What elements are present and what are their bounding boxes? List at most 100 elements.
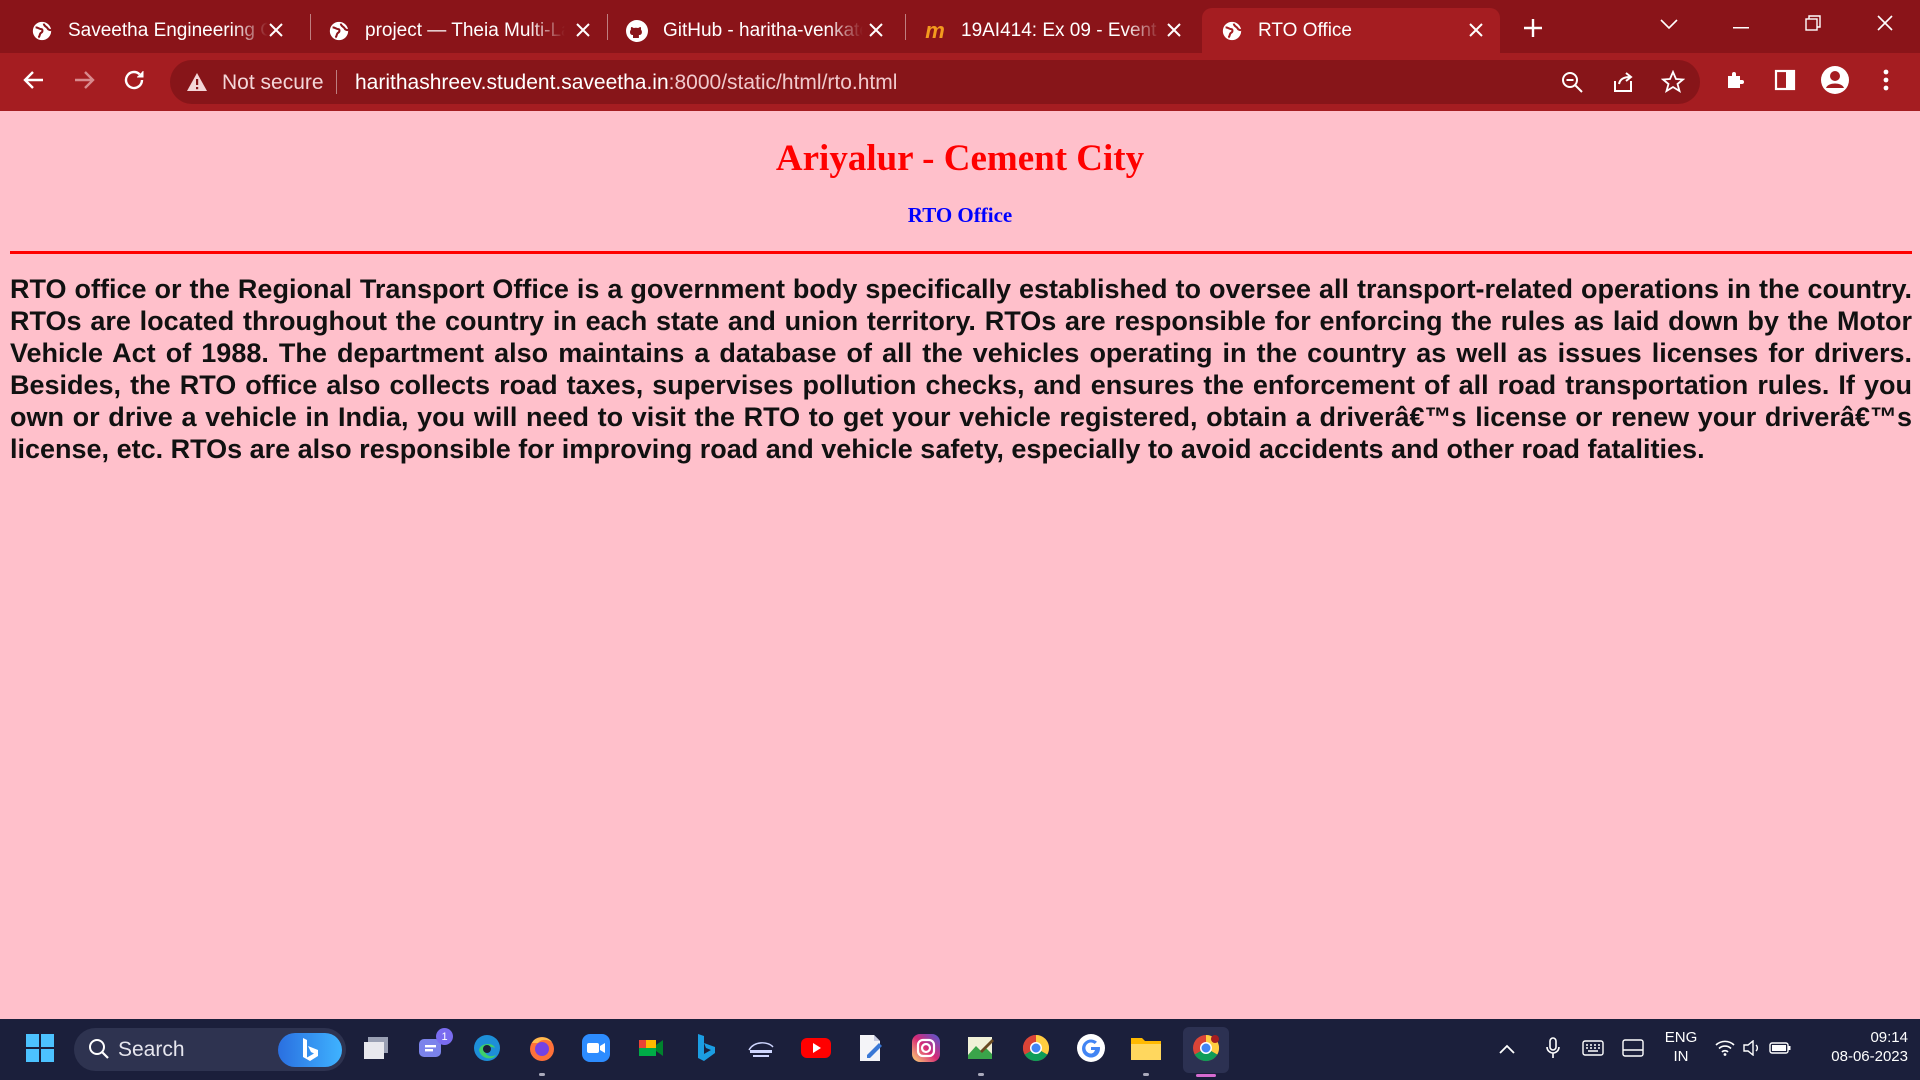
close-icon[interactable] (1162, 18, 1186, 42)
browser-title-bar: Saveetha Engineering College project — T… (0, 0, 1920, 53)
zoom-app[interactable] (578, 1032, 614, 1068)
notification-badge: 1 (436, 1028, 453, 1045)
restore-icon (1805, 14, 1821, 36)
globe-icon (327, 19, 351, 43)
restore-button[interactable] (1783, 0, 1843, 50)
task-view-button[interactable] (358, 1032, 394, 1068)
back-button[interactable] (16, 64, 52, 100)
side-panel-button[interactable] (1767, 64, 1803, 100)
share-icon[interactable] (1610, 69, 1636, 95)
bing-chat-icon[interactable] (278, 1033, 342, 1067)
chevron-up-icon (1499, 1041, 1515, 1059)
notes-app[interactable] (853, 1032, 889, 1068)
instagram-app[interactable] (908, 1032, 944, 1068)
show-hidden-icons-button[interactable] (1494, 1032, 1520, 1068)
extensions-button[interactable] (1718, 64, 1754, 100)
more-vertical-icon (1883, 69, 1889, 96)
tab-search-button[interactable] (1639, 0, 1699, 50)
folder-icon (1130, 1034, 1162, 1067)
google-app[interactable] (1073, 1032, 1109, 1068)
profile-button[interactable] (1817, 64, 1853, 100)
wifi-icon (1715, 1040, 1735, 1061)
volume-icon (1743, 1039, 1761, 1061)
running-indicator (1143, 1073, 1149, 1076)
url-path: :8000/static/html/rto.html (668, 71, 898, 94)
file-explorer-app[interactable] (1128, 1032, 1164, 1076)
web-page: Ariyalur - Cement City RTO Office RTO of… (0, 111, 1920, 1019)
firefox-icon (527, 1033, 557, 1068)
avatar (1820, 65, 1850, 100)
display-button[interactable] (1620, 1032, 1646, 1068)
reload-button[interactable] (116, 64, 152, 100)
clock[interactable]: 09:14 08-06-2023 (1808, 1029, 1908, 1065)
bing-app[interactable] (688, 1032, 724, 1068)
github-icon (625, 19, 649, 43)
tab-theia-project[interactable]: project — Theia Multi-Language (297, 8, 607, 53)
url-host: harithashreev.student.saveetha.in (355, 71, 669, 94)
search-label: Search (118, 1038, 185, 1061)
arrow-right-icon (73, 69, 95, 96)
region-code: IN (1673, 1048, 1689, 1065)
reload-icon (122, 68, 146, 97)
close-icon[interactable] (864, 18, 888, 42)
chrome-app[interactable] (1018, 1032, 1054, 1068)
search-icon (88, 1038, 110, 1060)
puzzle-icon (1724, 68, 1748, 97)
tab-saveetha[interactable]: Saveetha Engineering College (0, 8, 300, 53)
display-icon (1622, 1038, 1644, 1062)
chrome-icon (1021, 1033, 1051, 1068)
clock-date: 08-06-2023 (1831, 1048, 1908, 1065)
image-editor-app[interactable] (963, 1032, 999, 1076)
tab-github[interactable]: GitHub - haritha-venkatesh (595, 8, 900, 53)
language-code: ENG (1664, 1029, 1698, 1046)
page-title: Ariyalur - Cement City (775, 138, 1145, 179)
tab-title: RTO Office (1258, 19, 1352, 41)
minimize-icon (1733, 16, 1749, 34)
chrome-active-app[interactable] (1183, 1027, 1229, 1077)
warning-icon[interactable] (186, 71, 208, 93)
close-icon[interactable] (264, 18, 288, 42)
hotstar-app[interactable] (743, 1032, 779, 1068)
taskbar-search[interactable]: Search (74, 1028, 346, 1071)
close-icon[interactable] (1464, 18, 1488, 42)
touch-keyboard-button[interactable] (1580, 1032, 1606, 1068)
arrow-left-icon (23, 69, 45, 96)
tab-rto-office[interactable]: RTO Office (1202, 8, 1500, 53)
globe-icon (30, 19, 54, 43)
globe-icon (1220, 19, 1244, 43)
forward-button[interactable] (66, 64, 102, 100)
youtube-icon (800, 1036, 832, 1065)
minimize-button[interactable] (1711, 0, 1771, 50)
chat-app[interactable]: 1 (414, 1028, 453, 1068)
tab-title: 19AI414: Ex 09 - Event Handling (961, 19, 1161, 41)
firefox-app[interactable] (524, 1032, 560, 1076)
new-tab-button[interactable] (1517, 12, 1549, 44)
running-indicator (978, 1073, 984, 1076)
browser-menu-button[interactable] (1868, 64, 1904, 100)
google-meet-icon (636, 1033, 666, 1068)
input-language[interactable]: ENG IN (1658, 1029, 1704, 1065)
url-text[interactable]: harithashreev.student.saveetha.in:8000/s… (355, 71, 897, 95)
edge-icon (472, 1033, 502, 1068)
tab-moodle-ex09[interactable]: m 19AI414: Ex 09 - Event Handling (893, 8, 1198, 53)
close-icon[interactable] (571, 18, 595, 42)
page-body-text: RTO office or the Regional Transport Off… (10, 274, 1912, 464)
divider (336, 70, 337, 94)
youtube-app[interactable] (798, 1032, 834, 1068)
star-icon[interactable] (1660, 69, 1686, 95)
start-button[interactable] (22, 1032, 58, 1068)
quick-settings-button[interactable] (1714, 1032, 1792, 1068)
security-status[interactable]: Not secure (222, 71, 324, 95)
meet-app[interactable] (633, 1032, 669, 1068)
close-window-button[interactable] (1855, 0, 1915, 50)
chevron-down-icon (1660, 16, 1678, 34)
running-indicator (539, 1073, 545, 1076)
address-bar[interactable]: Not secure harithashreev.student.saveeth… (170, 60, 1700, 104)
tab-title: GitHub - haritha-venkatesh (663, 19, 863, 41)
zoom-icon[interactable] (1559, 69, 1585, 95)
keyboard-icon (1582, 1039, 1604, 1061)
page-subtitle: RTO Office (907, 203, 1013, 227)
microphone-button[interactable] (1540, 1032, 1566, 1068)
edge-app[interactable] (469, 1032, 505, 1068)
moodle-icon: m (925, 17, 945, 43)
